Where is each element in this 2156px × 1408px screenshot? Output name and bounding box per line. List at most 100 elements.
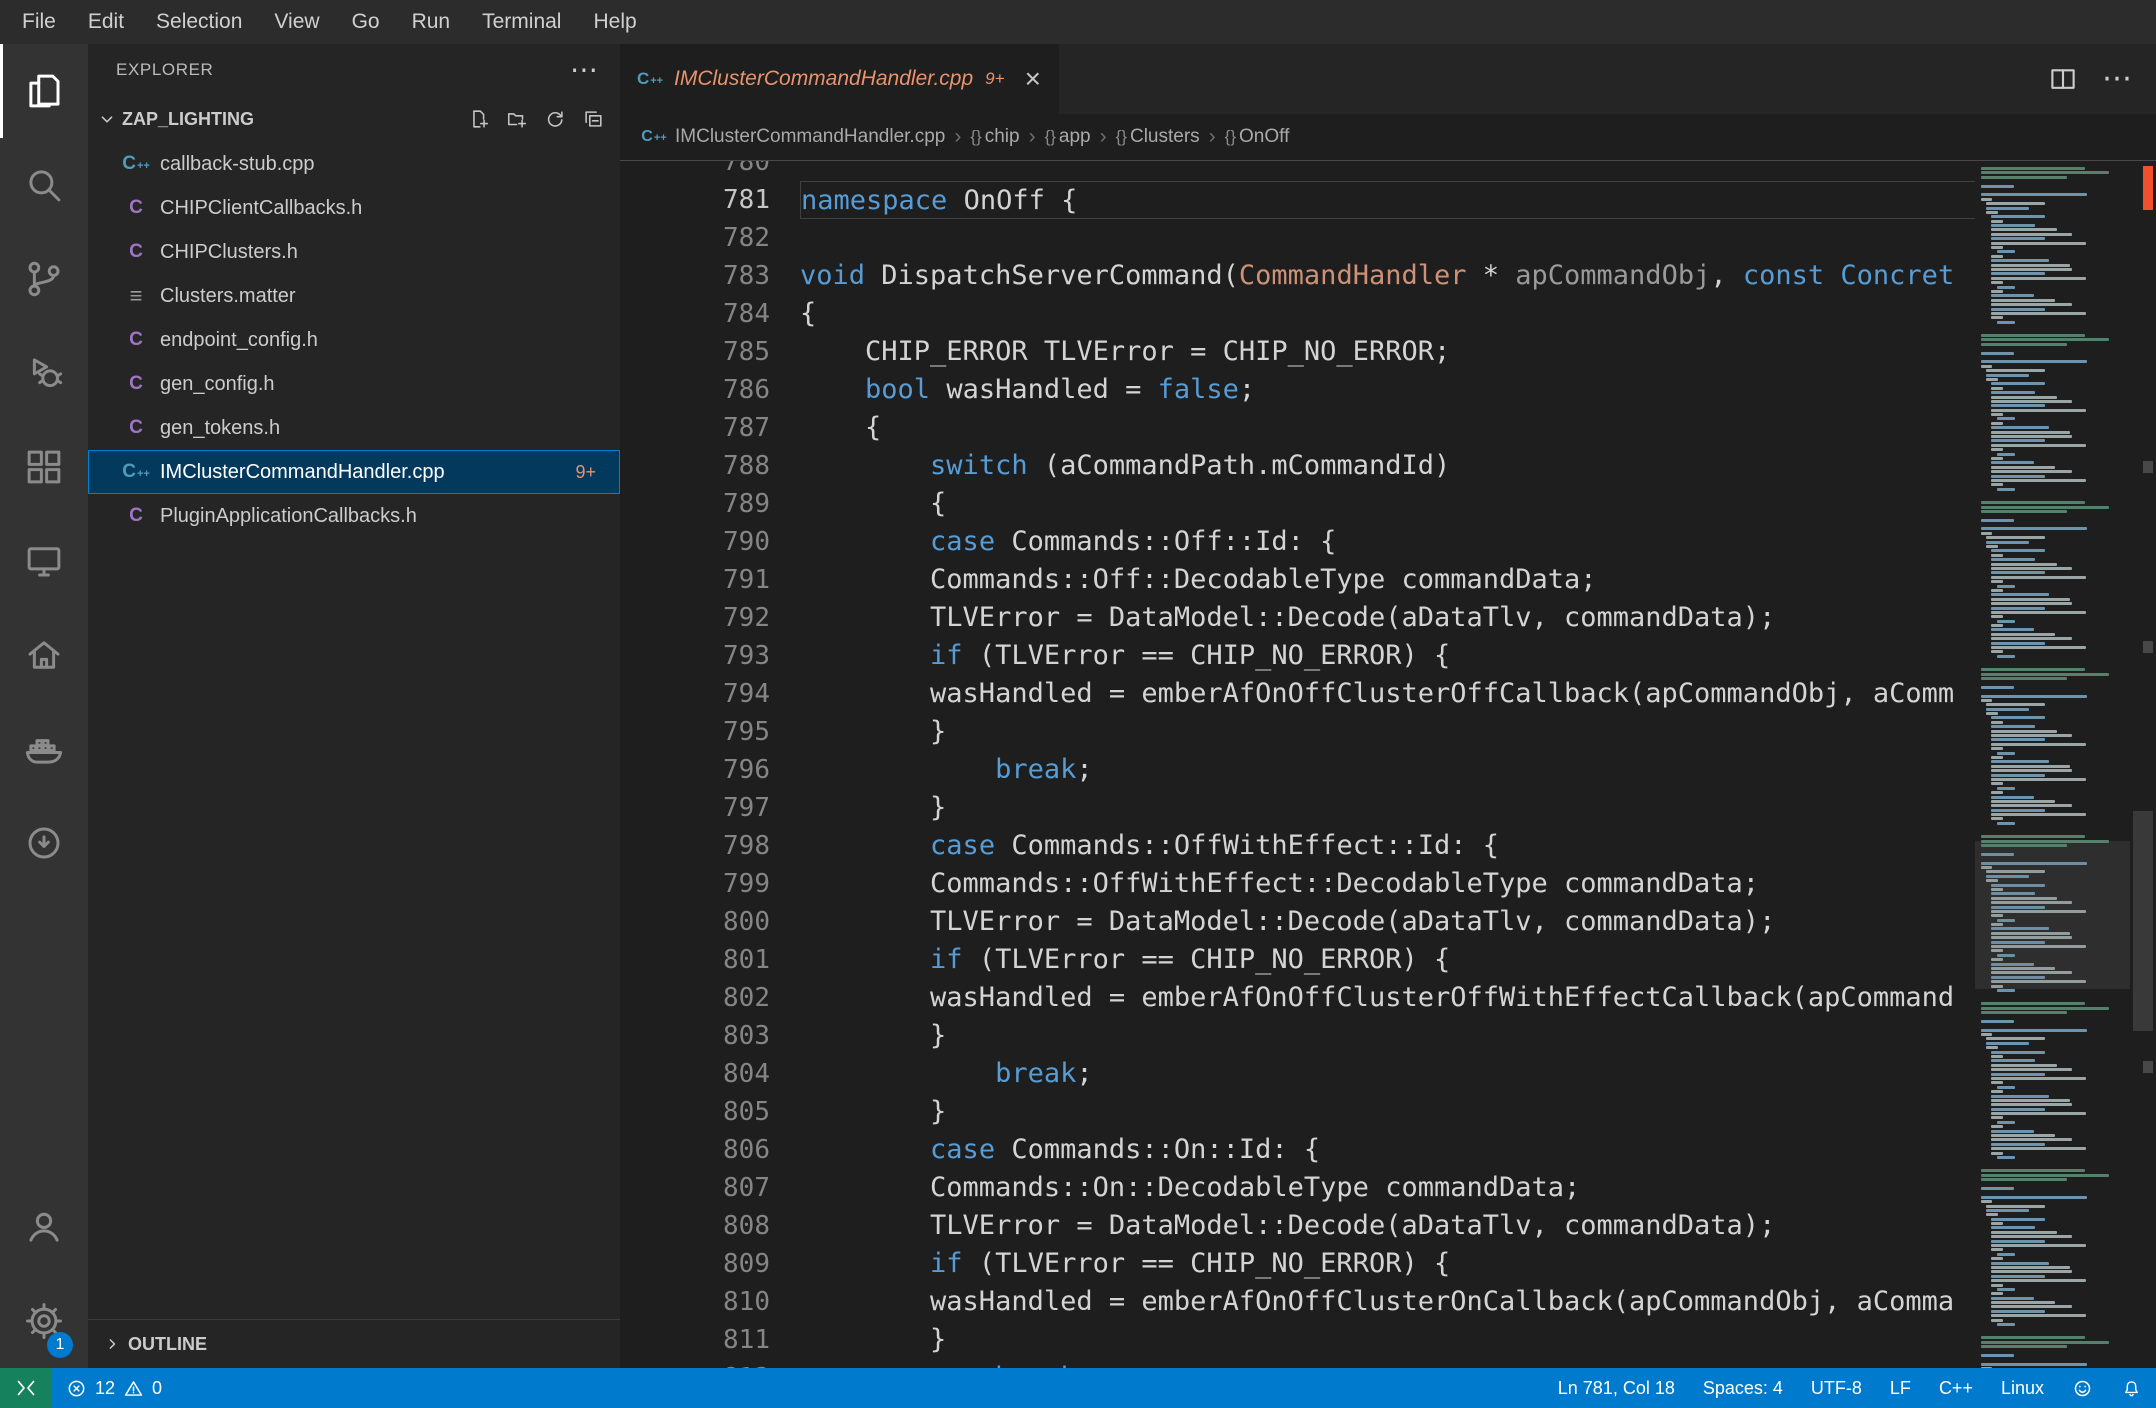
indentation-button[interactable]: Spaces: 4 [1689, 1368, 1797, 1408]
code-line-793[interactable]: 793 if (TLVError == CHIP_NO_ERROR) { [620, 637, 1975, 675]
code-line-810[interactable]: 810 wasHandled = emberAfOnOffClusterOnCa… [620, 1283, 1975, 1321]
eol-button[interactable]: LF [1876, 1368, 1925, 1408]
code-editor[interactable]: 780 781 namespace OnOff {782 783 void Dispat… [620, 161, 1975, 1368]
code-line-782[interactable]: 782 [620, 219, 1975, 257]
line-content: if (TLVError == CHIP_NO_ERROR) { [930, 1248, 1451, 1279]
menu-help[interactable]: Help [577, 0, 652, 44]
new-file-icon[interactable] [468, 108, 490, 130]
refresh-icon[interactable] [544, 108, 566, 130]
scrollbar[interactable] [2130, 161, 2156, 1368]
remote-explorer-activity-button[interactable] [0, 514, 88, 608]
cursor-position-button[interactable]: Ln 781, Col 18 [1544, 1368, 1689, 1408]
code-line-786[interactable]: 786 bool wasHandled = false; [620, 371, 1975, 409]
code-line-809[interactable]: 809 if (TLVError == CHIP_NO_ERROR) { [620, 1245, 1975, 1283]
editor-more-actions-button[interactable]: ⋯ [2102, 64, 2132, 94]
split-editor-icon[interactable] [2048, 64, 2078, 94]
code-line-811[interactable]: 811 } [620, 1321, 1975, 1359]
code-line-795[interactable]: 795 } [620, 713, 1975, 751]
code-line-797[interactable]: 797 } [620, 789, 1975, 827]
scrollbar-slider[interactable] [2133, 811, 2153, 1031]
breadcrumb-symbol-clusters[interactable]: {} Clusters [1116, 126, 1200, 148]
code-line-790[interactable]: 790 case Commands::Off::Id: { [620, 523, 1975, 561]
breadcrumb-symbol-chip[interactable]: {} chip [970, 126, 1019, 148]
close-tab-button[interactable]: × [1025, 65, 1041, 93]
file-row-clusters.matter[interactable]: ≡ Clusters.matter [88, 274, 620, 318]
file-name: Clusters.matter [160, 284, 296, 307]
line-content: case Commands::OffWithEffect::Id: { [930, 830, 1499, 861]
file-row-gen_config.h[interactable]: Cgen_config.h [88, 362, 620, 406]
code-line-806[interactable]: 806 case Commands::On::Id: { [620, 1131, 1975, 1169]
code-line-805[interactable]: 805 } [620, 1093, 1975, 1131]
code-line-802[interactable]: 802 wasHandled = emberAfOnOffClusterOffW… [620, 979, 1975, 1017]
notifications-button[interactable] [2107, 1368, 2156, 1408]
breadcrumb-file[interactable]: IMClusterCommandHandler.cpp [675, 126, 945, 148]
file-row-chipclientcallbacks.h[interactable]: C CHIPClientCallbacks.h [88, 186, 620, 230]
code-line-780[interactable]: 780 [620, 161, 1975, 181]
file-row-gen_tokens.h[interactable]: Cgen_tokens.h [88, 406, 620, 450]
new-folder-icon[interactable] [506, 108, 528, 130]
explorer-header: EXPLORER ⋯ [88, 44, 620, 96]
cpp-file-icon: C ++ [122, 461, 150, 482]
code-line-804[interactable]: 804 break; [620, 1055, 1975, 1093]
code-line-785[interactable]: 785 CHIP_ERROR TLVError = CHIP_NO_ERROR; [620, 333, 1975, 371]
code-line-803[interactable]: 803 } [620, 1017, 1975, 1055]
file-row-imclustercommandhandler.cpp[interactable]: C ++ IMClusterCommandHandler.cpp 9+ [88, 450, 620, 494]
remote-indicator-button[interactable] [0, 1368, 52, 1408]
search-activity-button[interactable] [0, 138, 88, 232]
code-line-812[interactable]: 812 break; [620, 1359, 1975, 1368]
collapse-all-icon[interactable] [582, 108, 604, 130]
home-activity-button[interactable] [0, 608, 88, 702]
docker-activity-button[interactable] [0, 702, 88, 796]
menu-file[interactable]: File [6, 0, 72, 44]
code-line-796[interactable]: 796 break; [620, 751, 1975, 789]
code-line-789[interactable]: 789 { [620, 485, 1975, 523]
breadcrumb-symbol-app[interactable]: {} app [1045, 126, 1091, 148]
overview-mark [2143, 461, 2153, 473]
remote-os-button[interactable]: Linux [1987, 1368, 2058, 1408]
file-row-pluginapplicationcallbacks.h[interactable]: C PluginApplicationCallbacks.h [88, 494, 620, 538]
explorer-more-actions-button[interactable]: ⋯ [570, 56, 598, 84]
code-line-798[interactable]: 798 case Commands::OffWithEffect::Id: { [620, 827, 1975, 865]
menu-terminal[interactable]: Terminal [466, 0, 577, 44]
menu-view[interactable]: View [258, 0, 335, 44]
code-line-784[interactable]: 784 { [620, 295, 1975, 333]
account-button[interactable] [0, 1180, 88, 1274]
line-number: 787 [723, 413, 770, 443]
file-row-callback-stub.cpp[interactable]: C ++ callback-stub.cpp [88, 142, 620, 186]
tab-imclustercommandhandler[interactable]: C ++ IMClusterCommandHandler.cpp 9+ × [620, 44, 1059, 114]
extensions-activity-button[interactable] [0, 420, 88, 514]
file-row-chipclusters.h[interactable]: C CHIPClusters.h [88, 230, 620, 274]
explorer-activity-button[interactable] [0, 44, 88, 138]
code-line-788[interactable]: 788 switch (aCommandPath.mCommandId) [620, 447, 1975, 485]
code-line-800[interactable]: 800 TLVError = DataModel::Decode(aDataTl… [620, 903, 1975, 941]
code-line-807[interactable]: 807 Commands::On::DecodableType commandD… [620, 1169, 1975, 1207]
code-line-783[interactable]: 783 void DispatchServerCommand(CommandHan… [620, 257, 1975, 295]
code-line-808[interactable]: 808 TLVError = DataModel::Decode(aDataTl… [620, 1207, 1975, 1245]
encoding-button[interactable]: UTF-8 [1797, 1368, 1876, 1408]
breadcrumb-symbol-onoff[interactable]: {} OnOff [1225, 126, 1290, 148]
menu-edit[interactable]: Edit [72, 0, 140, 44]
feedback-button[interactable] [2058, 1368, 2107, 1408]
settings-button[interactable]: 1 [0, 1274, 88, 1368]
code-line-787[interactable]: 787 { [620, 409, 1975, 447]
folder-section-header[interactable]: ZAP_LIGHTING [88, 96, 620, 142]
file-row-endpoint_config.h[interactable]: Cendpoint_config.h [88, 318, 620, 362]
menu-selection[interactable]: Selection [140, 0, 258, 44]
outline-section-header[interactable]: OUTLINE [88, 1319, 620, 1368]
code-line-791[interactable]: 791 Commands::Off::DecodableType command… [620, 561, 1975, 599]
language-mode-button[interactable]: C++ [1925, 1368, 1987, 1408]
problems-status-button[interactable]: 12 0 [52, 1368, 176, 1408]
run-debug-activity-button[interactable] [0, 326, 88, 420]
minimap[interactable] [1975, 161, 2130, 1368]
menu-run[interactable]: Run [396, 0, 467, 44]
source-control-activity-button[interactable] [0, 232, 88, 326]
menu-go[interactable]: Go [336, 0, 396, 44]
code-line-799[interactable]: 799 Commands::OffWithEffect::DecodableTy… [620, 865, 1975, 903]
warning-icon [124, 1380, 143, 1396]
ports-activity-button[interactable] [0, 796, 88, 890]
code-line-792[interactable]: 792 TLVError = DataModel::Decode(aDataTl… [620, 599, 1975, 637]
code-line-781[interactable]: 781 namespace OnOff { [620, 181, 1975, 219]
code-line-794[interactable]: 794 wasHandled = emberAfOnOffClusterOffC… [620, 675, 1975, 713]
code-line-801[interactable]: 801 if (TLVError == CHIP_NO_ERROR) { [620, 941, 1975, 979]
minimap-slider[interactable] [1975, 841, 2130, 989]
